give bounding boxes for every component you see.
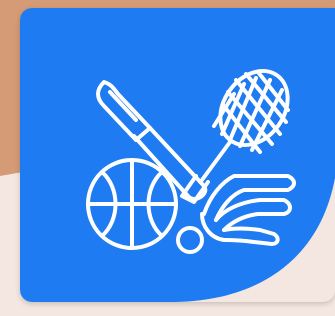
ball-icon bbox=[176, 226, 204, 254]
shuttlecock-icon bbox=[200, 174, 296, 246]
sports-card[interactable] bbox=[20, 8, 335, 302]
cricket-bat-icon bbox=[96, 80, 208, 201]
sports-equipment-icon bbox=[84, 64, 304, 264]
basketball-icon bbox=[86, 158, 178, 250]
